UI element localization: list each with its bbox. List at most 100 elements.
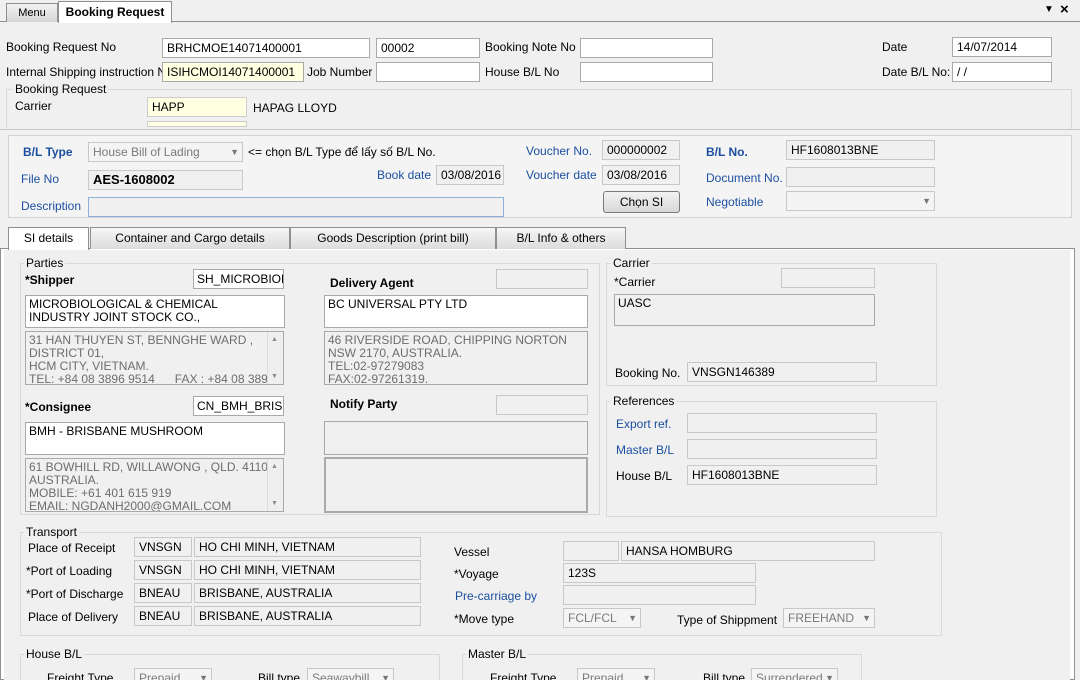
voyage-field[interactable]: 123S [563, 563, 756, 583]
house-freight-type-select[interactable]: Prepaid ▼ [134, 668, 212, 680]
house-bl-group-title: House B/L [24, 647, 85, 661]
port-of-discharge-code[interactable]: BNEAU [134, 583, 192, 603]
master-bl-group-title: Master B/L [466, 647, 529, 661]
house-bill-type-select[interactable]: Seawaybill ▼ [307, 668, 394, 680]
carrier-code-field[interactable]: HAPP [147, 97, 247, 117]
document-no-field[interactable] [786, 167, 935, 187]
dropdown-icon[interactable]: ▼ [1044, 4, 1054, 15]
master-bill-type-select[interactable]: Surrendered ▼ [751, 668, 838, 680]
place-of-receipt-code[interactable]: VNSGN [134, 537, 192, 557]
consignee-name-field[interactable]: BMH - BRISBANE MUSHROOM [25, 422, 285, 455]
close-icon[interactable]: × [1060, 1, 1069, 18]
voucher-no-label: Voucher No. [526, 144, 593, 158]
vessel-code-field[interactable] [563, 541, 619, 561]
vessel-name-field[interactable]: HANSA HOMBURG [621, 541, 875, 561]
shipper-code-field[interactable]: SH_MICROBIOLC [193, 269, 284, 289]
tab-si-details-label: SI details [23, 231, 74, 245]
house-freight-type-label: Freight Type [47, 671, 114, 680]
shipment-type-label: Type of Shippment [677, 613, 778, 627]
date-field[interactable]: 14/07/2014 [952, 37, 1052, 57]
carrier-name-text: HAPAG LLOYD [253, 101, 337, 115]
house-bl-field[interactable]: HF1608013BNE [687, 465, 877, 485]
move-type-select[interactable]: FCL/FCL ▼ [563, 608, 641, 628]
booking-note-no-field[interactable] [580, 38, 713, 58]
carrier-label: Carrier [15, 99, 52, 113]
place-of-delivery-name[interactable]: BRISBANE, AUSTRALIA [194, 606, 421, 626]
port-of-discharge-name[interactable]: BRISBANE, AUSTRALIA [194, 583, 421, 603]
scrollbar[interactable] [267, 459, 283, 511]
scrollbar[interactable] [267, 332, 283, 384]
master-freight-type-label: Freight Type [490, 671, 557, 680]
master-bl-field[interactable] [687, 439, 877, 459]
shipper-name-field[interactable]: MICROBIOLOGICAL & CHEMICAL INDUSTRY JOIN… [25, 295, 285, 328]
voucher-no-field[interactable]: 000000002 [602, 140, 680, 160]
carrier-secondary-field[interactable] [147, 121, 247, 127]
tab-bl-info[interactable]: B/L Info & others [496, 227, 626, 249]
notify-party-address-field[interactable] [324, 457, 588, 513]
shipment-type-select[interactable]: FREEHAND ▼ [783, 608, 875, 628]
job-number-label: Job Number [307, 65, 373, 79]
book-date-field[interactable]: 03/08/2016 [436, 165, 504, 185]
voucher-date-field[interactable]: 03/08/2016 [602, 165, 680, 185]
document-no-label: Document No. [706, 171, 783, 185]
master-freight-value: Prepaid [582, 671, 624, 680]
tab-menu[interactable]: Menu [6, 3, 58, 22]
date-bl-field[interactable]: / / [952, 62, 1052, 82]
tab-goods-description[interactable]: Goods Description (print bill) [290, 227, 496, 249]
chevron-down-icon: ▼ [381, 673, 390, 680]
book-date-label: Book date [377, 168, 432, 182]
house-bl-no-label: House B/L No [485, 65, 560, 79]
file-no-field[interactable]: AES-1608002 [88, 170, 243, 190]
port-of-loading-label: *Port of Loading [26, 564, 113, 578]
tab-container-cargo[interactable]: Container and Cargo details [90, 227, 290, 249]
consignee-label: *Consignee [25, 400, 92, 414]
consignee-code-field[interactable]: CN_BMH_BRISB/ [193, 396, 284, 416]
tab-booking-request[interactable]: Booking Request [58, 1, 172, 23]
delivery-agent-address-field[interactable]: 46 RIVERSIDE ROAD, CHIPPING NORTON NSW 2… [324, 331, 588, 385]
job-number-field[interactable] [376, 62, 480, 82]
tab-si-details[interactable]: SI details [8, 227, 89, 251]
booking-no-field[interactable]: VNSGN146389 [687, 362, 877, 382]
port-of-loading-code[interactable]: VNSGN [134, 560, 192, 580]
internal-si-label: Internal Shipping instruction No [6, 65, 173, 79]
booking-request-no-field[interactable]: BRHCMOE14071400001 [162, 38, 370, 58]
vessel-label: Vessel [454, 545, 490, 559]
internal-si-field[interactable]: ISIHCMOI14071400001 [162, 62, 304, 82]
master-bl-label: Master B/L [616, 443, 675, 457]
master-freight-type-select[interactable]: Prepaid ▼ [577, 668, 655, 680]
booking-no-label: Booking No. [615, 366, 681, 380]
consignee-address-field[interactable]: 61 BOWHILL RD, WILLAWONG , QLD. 4110, AU… [25, 458, 284, 512]
delivery-agent-code-field[interactable] [496, 269, 588, 289]
booking-request-seq-field[interactable]: 00002 [376, 38, 480, 58]
notify-party-name-field[interactable] [324, 421, 588, 455]
chon-si-button[interactable]: Chọn SI [603, 191, 680, 213]
chevron-down-icon: ▼ [862, 613, 871, 623]
port-of-discharge-label: *Port of Discharge [26, 587, 124, 601]
negotiable-select[interactable]: ▼ [786, 191, 935, 211]
house-bl-label: House B/L [616, 469, 673, 483]
file-no-label: File No [21, 172, 60, 186]
carrier-name-area[interactable]: UASC [614, 294, 875, 326]
place-of-delivery-code[interactable]: BNEAU [134, 606, 192, 626]
chevron-down-icon: ▼ [642, 673, 651, 680]
port-of-loading-name[interactable]: HO CHI MINH, VIETNAM [194, 560, 421, 580]
negotiable-label: Negotiable [706, 195, 764, 209]
shipper-address-field[interactable]: 31 HAN THUYEN ST, BENNGHE WARD , DISTRIC… [25, 331, 284, 385]
precarriage-field[interactable] [563, 585, 756, 605]
delivery-agent-name-field[interactable]: BC UNIVERSAL PTY LTD [324, 295, 588, 328]
booking-request-group-title: Booking Request [13, 82, 109, 96]
description-field[interactable] [88, 197, 504, 217]
bl-type-hint: <= chọn B/L Type để lấy số B/L No. [248, 145, 436, 159]
house-bill-type-label: Bill type [258, 671, 301, 680]
export-ref-field[interactable] [687, 413, 877, 433]
bl-no-field[interactable]: HF1608013BNE [786, 140, 935, 160]
carrier-code-readonly[interactable] [781, 268, 875, 288]
chevron-down-icon: ▼ [628, 613, 637, 623]
house-bl-no-field[interactable] [580, 62, 713, 82]
bl-type-select[interactable]: House Bill of Lading ▼ [88, 142, 243, 162]
place-of-receipt-name[interactable]: HO CHI MINH, VIETNAM [194, 537, 421, 557]
booking-note-no-label: Booking Note No [485, 40, 576, 54]
transport-title: Transport [24, 525, 79, 539]
notify-party-code-field[interactable] [496, 395, 588, 415]
carrier-group-title: Carrier [611, 256, 652, 270]
